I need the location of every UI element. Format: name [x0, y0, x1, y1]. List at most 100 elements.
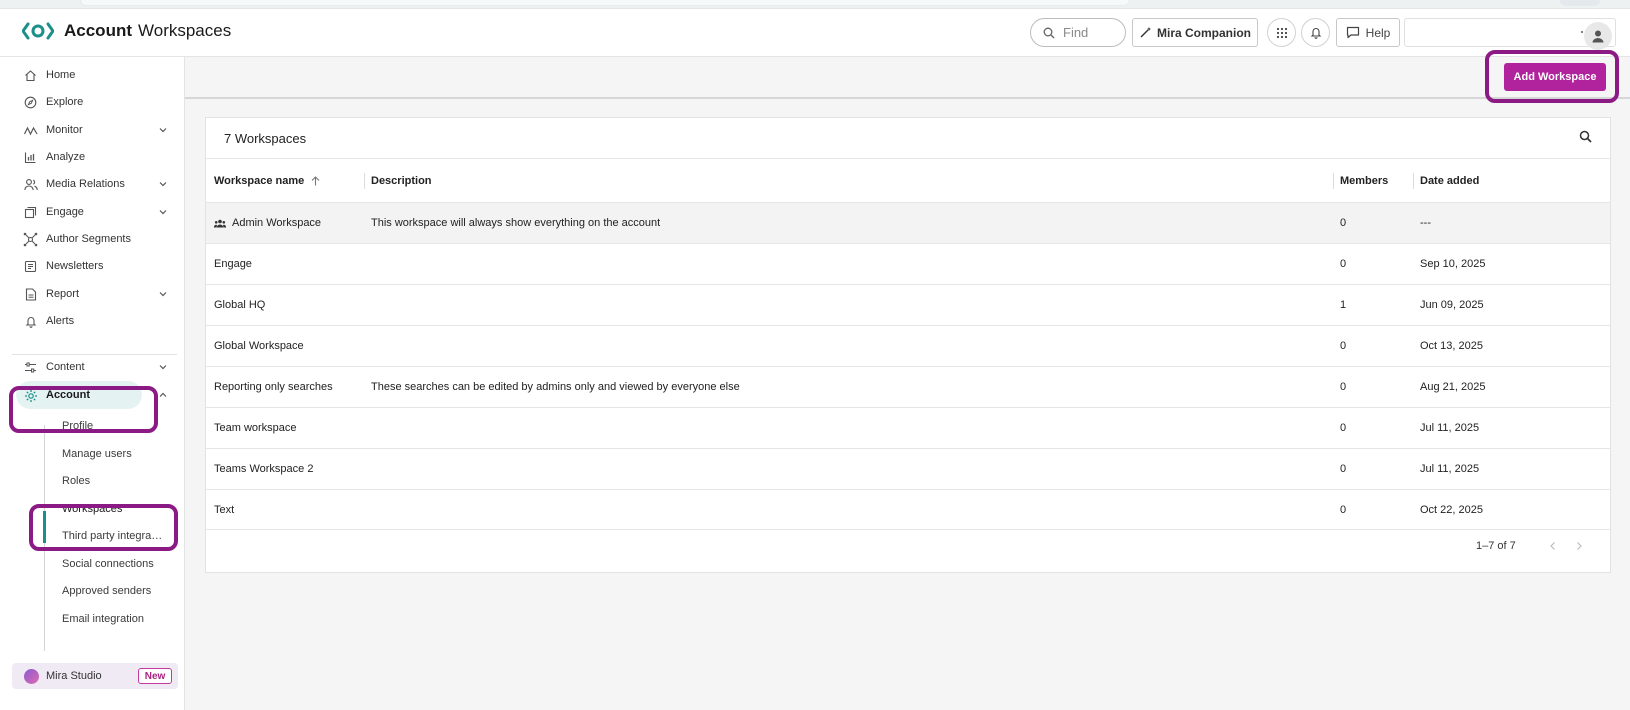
workspace-members: 0 [1340, 340, 1347, 352]
arrow-up-icon [311, 175, 320, 185]
workspace-members: 0 [1340, 381, 1347, 393]
workspace-name: Reporting only searches [214, 381, 333, 393]
sidebar-item-engage[interactable]: Engage [0, 200, 185, 224]
home-icon [23, 68, 38, 83]
chat-bubble-icon [1346, 26, 1359, 39]
table-row[interactable]: Teams Workspace 2 0 Jul 11, 2025 [206, 448, 1610, 489]
magic-wand-icon [1140, 27, 1151, 38]
next-page-button[interactable] [1572, 539, 1586, 553]
sidebar-item-alerts[interactable]: Alerts [0, 309, 185, 333]
sidebar-item-label: Alerts [46, 315, 75, 327]
compass-icon [23, 95, 38, 110]
prev-page-button[interactable] [1546, 539, 1560, 553]
page-toolbar [185, 57, 1630, 99]
chevron-left-icon [1550, 542, 1555, 550]
report-icon [23, 287, 38, 302]
newsletter-icon [23, 259, 38, 274]
sidebar-item-label: Content [46, 361, 85, 373]
sidebar: Home Explore Monitor Analyze Media Relat… [0, 57, 185, 710]
mira-studio-label: Mira Studio [46, 670, 102, 682]
submenu-item-social-connections[interactable]: Social connections [62, 553, 180, 575]
column-separator [1413, 173, 1414, 189]
segments-icon [23, 232, 38, 247]
table-row[interactable]: Admin Workspace This workspace will alwa… [206, 202, 1610, 243]
engage-icon [23, 205, 38, 220]
sidebar-item-label: Report [46, 288, 80, 300]
chevron-down-icon [159, 128, 167, 133]
sidebar-item-analyze[interactable]: Analyze [0, 145, 185, 169]
workspace-name: Engage [214, 258, 252, 270]
table-row[interactable]: Global Workspace 0 Oct 13, 2025 [206, 325, 1610, 366]
table-row[interactable]: Global HQ 1 Jun 09, 2025 [206, 284, 1610, 325]
table-row[interactable]: Engage 0 Sep 10, 2025 [206, 243, 1610, 284]
table-row[interactable]: Team workspace 0 Jul 11, 2025 [206, 407, 1610, 448]
sidebar-item-monitor[interactable]: Monitor [0, 118, 185, 142]
mira-studio-item[interactable]: Mira Studio New [12, 663, 178, 689]
search-icon[interactable] [1579, 130, 1592, 143]
column-header-members[interactable]: Members [1340, 159, 1388, 202]
workspace-date-added: Jun 09, 2025 [1420, 299, 1484, 311]
submenu-item-email-integration[interactable]: Email integration [62, 608, 180, 630]
workspace-description: This workspace will always show everythi… [371, 217, 661, 229]
submenu-item-approved-senders[interactable]: Approved senders [62, 580, 180, 602]
help-button[interactable]: Help [1336, 18, 1400, 47]
brand[interactable]: Account Workspaces [22, 20, 231, 42]
sidebar-item-label: Explore [46, 96, 84, 108]
workspace-date-added: Jul 11, 2025 [1420, 463, 1480, 475]
table-row[interactable]: Reporting only searches These searches c… [206, 366, 1610, 407]
workspace-name: Team workspace [214, 422, 297, 434]
workspace-date-added: Sep 10, 2025 [1420, 258, 1486, 270]
avatar[interactable] [1584, 22, 1612, 50]
submenu-item-roles[interactable]: Roles [62, 470, 180, 492]
sidebar-item-content[interactable]: Content [0, 355, 185, 379]
monitor-icon [23, 123, 38, 138]
workspace-date-added: Oct 13, 2025 [1420, 340, 1483, 352]
column-header-description[interactable]: Description [371, 159, 432, 202]
sidebar-item-newsletters[interactable]: Newsletters [0, 254, 185, 278]
workspaces-card: 7 Workspaces Workspace name Description … [205, 117, 1611, 573]
pagination-label: 1–7 of 7 [1476, 540, 1516, 552]
workspace-name: Global HQ [214, 299, 266, 311]
sidebar-item-label: Newsletters [46, 260, 104, 272]
people-icon [23, 177, 38, 192]
sidebar-item-home[interactable]: Home [0, 63, 185, 87]
column-separator [364, 173, 365, 189]
logo-icon [22, 22, 54, 40]
browser-top-strip [0, 0, 1630, 9]
new-badge: New [138, 668, 172, 684]
apps-grid-button[interactable] [1267, 18, 1296, 47]
highlight-workspaces [29, 504, 178, 551]
mira-companion-button[interactable]: Mira Companion [1132, 18, 1258, 47]
column-header-date-added[interactable]: Date added [1420, 159, 1479, 202]
sidebar-item-author-segments[interactable]: Author Segments [0, 227, 185, 251]
mira-companion-label: Mira Companion [1156, 25, 1251, 40]
apps-grid-icon [1276, 27, 1287, 38]
workspace-date-added: Jul 11, 2025 [1420, 422, 1480, 434]
mira-studio-icon [24, 669, 39, 684]
sidebar-item-media-relations[interactable]: Media Relations [0, 172, 185, 196]
workspace-date-added: --- [1420, 217, 1431, 229]
sidebar-item-label: Media Relations [46, 178, 125, 190]
column-header-name[interactable]: Workspace name [214, 159, 320, 202]
notifications-button[interactable] [1301, 18, 1330, 47]
workspace-name: Teams Workspace 2 [214, 463, 314, 475]
workspace-members: 0 [1340, 422, 1347, 434]
sidebar-item-explore[interactable]: Explore [0, 90, 185, 114]
sidebar-item-report[interactable]: Report [0, 282, 185, 306]
column-separator [1333, 173, 1334, 189]
highlight-account [9, 386, 158, 433]
top-strip-button[interactable] [1560, 0, 1600, 6]
chevron-down-icon [159, 182, 167, 187]
chevron-right-icon [1577, 542, 1582, 550]
workspace-name: Text [214, 503, 235, 516]
workspace-date-added: Aug 21, 2025 [1420, 381, 1486, 393]
sidebar-item-label: Analyze [46, 151, 86, 163]
chevron-down-icon [159, 365, 167, 370]
table-row[interactable]: Text 0 Oct 22, 2025 [206, 489, 1610, 530]
sidebar-item-label: Author Segments [46, 233, 131, 245]
find-input[interactable]: Find [1030, 18, 1126, 47]
workspace-name: Admin Workspace [232, 217, 322, 229]
submenu-item-manage-users[interactable]: Manage users [62, 443, 180, 465]
chart-icon [23, 150, 38, 165]
workspaces-count-title: 7 Workspaces [224, 131, 307, 146]
